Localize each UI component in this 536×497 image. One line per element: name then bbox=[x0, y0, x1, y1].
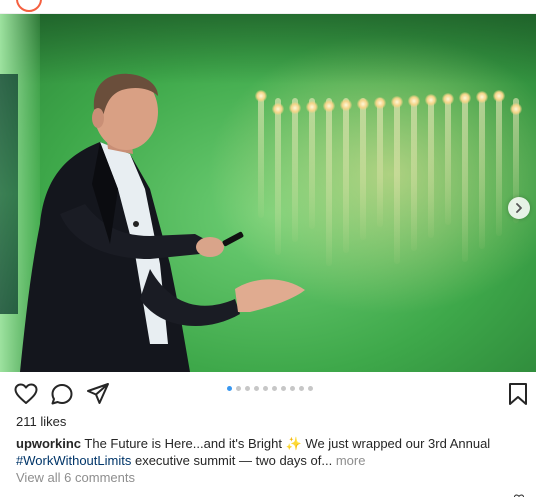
remote bbox=[222, 231, 244, 247]
caption-text-3: executive summit — two days of... bbox=[134, 452, 333, 468]
carousel-dot bbox=[281, 386, 286, 391]
caption-username[interactable]: upworkinc bbox=[16, 436, 81, 451]
speaker-figure bbox=[20, 73, 305, 372]
action-bar bbox=[0, 372, 536, 412]
comment-preview bbox=[16, 490, 146, 497]
more-link[interactable]: more bbox=[336, 453, 366, 468]
carousel-dot bbox=[236, 386, 241, 391]
speaker-hand-remote bbox=[196, 237, 224, 257]
save-button[interactable] bbox=[505, 381, 531, 407]
view-comments-link[interactable]: View all 6 comments bbox=[16, 470, 135, 485]
caption-text: The Future is Here...and it's Bright bbox=[84, 436, 282, 451]
comment-preview-text bbox=[16, 490, 146, 497]
post-caption: upworkinc The Future is Here...and it's … bbox=[16, 436, 520, 469]
carousel-next-button[interactable] bbox=[508, 197, 530, 219]
carousel-dot bbox=[299, 386, 304, 391]
avatar[interactable] bbox=[16, 0, 42, 12]
carousel-indicator bbox=[0, 386, 536, 391]
hashtag-link[interactable]: #WorkWithoutLimits bbox=[16, 453, 131, 468]
speaker-palm bbox=[235, 279, 305, 312]
like-button[interactable] bbox=[13, 381, 39, 407]
carousel-dot bbox=[290, 386, 295, 391]
caption-text-2: We just wrapped our 3rd Annual bbox=[305, 436, 491, 451]
comment-button[interactable] bbox=[49, 381, 75, 407]
speaker-ear bbox=[92, 108, 104, 128]
comment-heart-icon[interactable] bbox=[514, 491, 524, 497]
lapel-mic bbox=[133, 221, 139, 227]
post-image[interactable] bbox=[0, 14, 536, 372]
post-header bbox=[0, 0, 536, 14]
carousel-dot bbox=[245, 386, 250, 391]
carousel-dot bbox=[254, 386, 259, 391]
instagram-post: 211 likes upworkinc The Future is Here..… bbox=[0, 0, 536, 497]
carousel-dot bbox=[308, 386, 313, 391]
share-button[interactable] bbox=[85, 381, 111, 407]
likes-count[interactable]: 211 likes bbox=[16, 414, 66, 429]
sparkles-emoji: ✨ bbox=[285, 436, 302, 451]
carousel-dot bbox=[227, 386, 232, 391]
bookmark-icon bbox=[509, 383, 527, 405]
carousel-dot bbox=[263, 386, 268, 391]
carousel-dot bbox=[272, 386, 277, 391]
chevron-right-icon bbox=[516, 203, 522, 213]
